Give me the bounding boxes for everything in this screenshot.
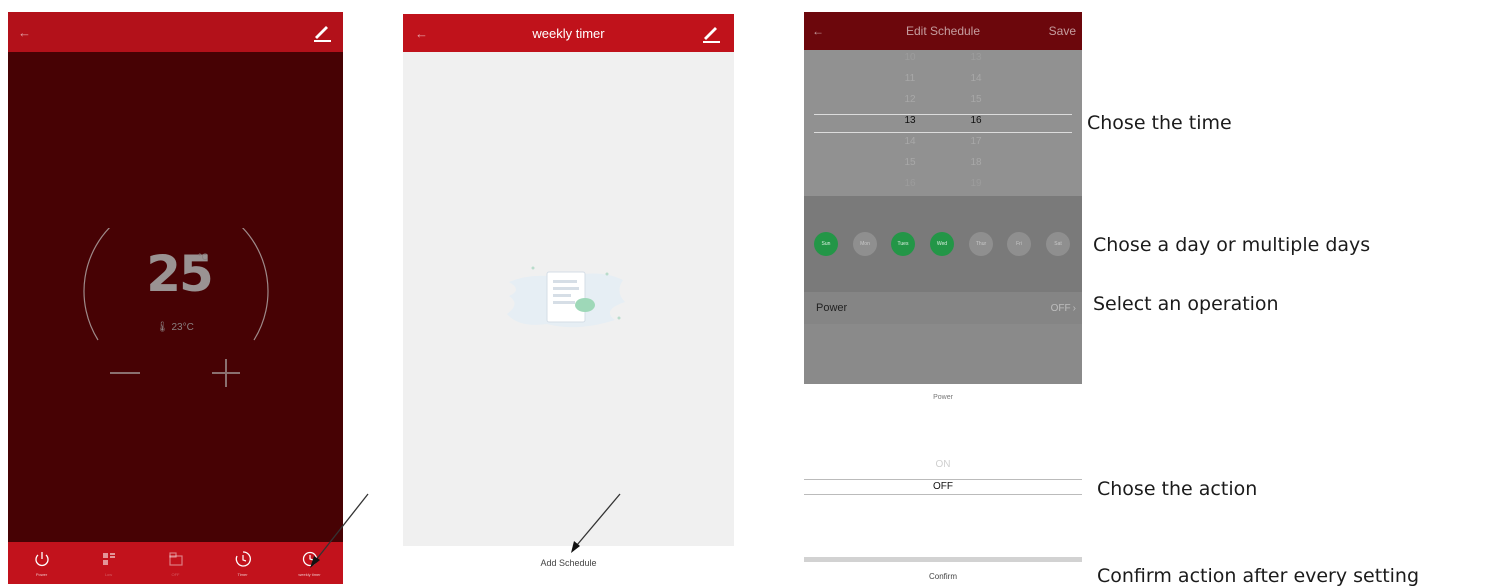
tab-mode[interactable]: OFF — [142, 542, 209, 584]
day-selector: Sun Mon Tues Wed Thur Fri Sat — [804, 196, 1082, 292]
timer-icon — [235, 550, 251, 567]
time-picker[interactable]: 10 11 12 13 14 15 16 13 14 15 16 17 18 1… — [804, 50, 1082, 196]
day-toggle-thur[interactable]: Thur — [969, 232, 993, 256]
device-control-screen: ← 25 °C 🌡 23°C Power Low OFF Timer weekl… — [8, 12, 343, 584]
hour-option[interactable]: 16 — [898, 173, 922, 194]
page-title: Edit Schedule — [905, 24, 981, 38]
day-toggle-sun[interactable]: Sun — [814, 232, 838, 256]
power-operation-row[interactable]: Power OFF › — [804, 292, 1082, 324]
tab-timer[interactable]: Timer — [209, 542, 276, 584]
day-toggle-fri[interactable]: Fri — [1007, 232, 1031, 256]
minute-wheel[interactable]: 13 14 15 16 17 18 19 — [964, 47, 988, 194]
top-bar — [8, 12, 343, 52]
minute-option[interactable]: 17 — [964, 131, 988, 152]
hour-option[interactable]: 12 — [898, 89, 922, 110]
annotation-days: Chose a day or multiple days — [1093, 234, 1371, 256]
back-arrow-icon[interactable]: ← — [18, 12, 31, 52]
chevron-right-icon: › — [1072, 302, 1076, 314]
increase-temperature-button-vertical[interactable] — [225, 359, 227, 387]
annotation-time: Chose the time — [1087, 112, 1232, 134]
bottom-tab-bar: Power Low OFF Timer weekly timer — [8, 542, 343, 584]
fan-speed-icon — [102, 552, 115, 565]
edit-icon[interactable] — [311, 21, 333, 43]
action-option-on[interactable]: ON — [804, 459, 1082, 470]
edit-schedule-screen: ← Edit Schedule Save 10 11 12 13 14 15 1… — [804, 12, 1082, 384]
annotation-operation: Select an operation — [1093, 293, 1279, 315]
action-option-off[interactable]: OFF — [804, 480, 1082, 494]
power-label: Power — [816, 302, 848, 314]
annotation-action: Chose the action — [1097, 478, 1258, 500]
power-icon — [34, 551, 49, 566]
thermometer-icon: 🌡 — [156, 322, 169, 333]
tab-label: Low — [104, 571, 113, 577]
annotation-confirm: Confirm action after every setting — [1097, 565, 1420, 587]
sheet-divider — [804, 557, 1082, 562]
hour-option[interactable]: 15 — [898, 152, 922, 173]
ambient-value: 23°C — [171, 322, 194, 333]
weekly-timer-screen: ← weekly timer Add Schedule — [403, 14, 734, 580]
tab-fan-speed[interactable]: Low — [75, 542, 142, 584]
hour-wheel[interactable]: 10 11 12 13 14 15 16 — [898, 47, 922, 194]
minute-option[interactable]: 14 — [964, 68, 988, 89]
picker-highlight-bottom — [814, 132, 1072, 133]
day-toggle-sat[interactable]: Sat — [1046, 232, 1070, 256]
minute-option[interactable]: 19 — [964, 173, 988, 194]
minute-option[interactable]: 13 — [964, 47, 988, 68]
edit-icon[interactable] — [700, 22, 722, 44]
power-value: OFF › — [1051, 292, 1076, 324]
minute-option[interactable]: 15 — [964, 89, 988, 110]
confirm-button[interactable]: Confirm — [804, 572, 1082, 581]
empty-schedule-illustration — [507, 266, 625, 328]
minute-option[interactable]: 18 — [964, 152, 988, 173]
hour-option[interactable]: 10 — [898, 47, 922, 68]
hour-option[interactable]: 14 — [898, 131, 922, 152]
tab-label: Timer — [237, 571, 248, 577]
action-sheet-title: Power — [933, 394, 953, 401]
hour-option[interactable]: 11 — [898, 68, 922, 89]
mode-icon — [168, 551, 183, 566]
decrease-temperature-button[interactable] — [110, 372, 140, 374]
day-toggle-wed[interactable]: Wed — [930, 232, 954, 256]
page-title: weekly timer — [532, 25, 605, 41]
tab-label: weekly timer — [298, 571, 321, 577]
clock-icon — [302, 551, 317, 566]
temperature-unit: °C — [198, 252, 209, 262]
picker-highlight-top — [814, 114, 1072, 115]
option-highlight-bottom — [804, 494, 1082, 495]
power-value-text: OFF — [1050, 302, 1071, 314]
add-schedule-button[interactable]: Add Schedule — [403, 546, 734, 580]
tab-weekly-timer[interactable]: weekly timer — [276, 542, 343, 584]
ambient-temperature: 🌡 23°C — [156, 322, 194, 333]
day-toggle-tues[interactable]: Tues — [891, 232, 915, 256]
tab-label: Power — [35, 571, 48, 577]
day-toggle-mon[interactable]: Mon — [853, 232, 877, 256]
tab-power[interactable]: Power — [8, 542, 75, 584]
save-button[interactable]: Save — [1049, 12, 1076, 50]
tab-label: OFF — [171, 571, 180, 577]
